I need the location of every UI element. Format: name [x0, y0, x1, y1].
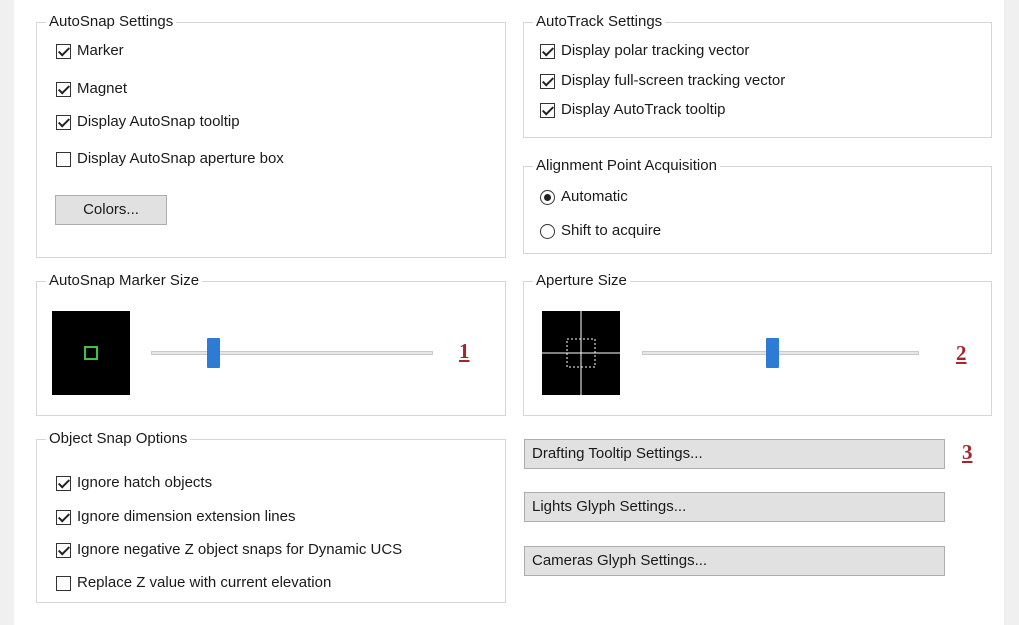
- marker-size-slider-thumb[interactable]: [207, 338, 221, 368]
- shift-to-acquire-radio[interactable]: [540, 223, 555, 239]
- autotrack-settings-legend: AutoTrack Settings: [533, 13, 666, 31]
- snap-marker-square: [84, 346, 98, 360]
- ignore-hatch-checkbox[interactable]: [56, 475, 71, 491]
- ignore-negative-z-checkbox[interactable]: [56, 542, 71, 558]
- left-dialog-edge: [0, 0, 14, 625]
- marker-checkbox-row[interactable]: Marker: [56, 42, 124, 60]
- aperture-box-label: Display AutoSnap aperture box: [77, 150, 284, 167]
- autotrack-tooltip-label: Display AutoTrack tooltip: [561, 101, 726, 118]
- ignore-dimension-label: Ignore dimension extension lines: [77, 508, 296, 525]
- alignment-point-legend: Alignment Point Acquisition: [533, 157, 720, 175]
- ignore-dimension-checkbox[interactable]: [56, 509, 71, 525]
- magnet-checkbox-row[interactable]: Magnet: [56, 80, 127, 98]
- ignore-hatch-label: Ignore hatch objects: [77, 474, 213, 491]
- marker-size-legend: AutoSnap Marker Size: [46, 272, 203, 290]
- annotation-1: 1: [459, 339, 470, 363]
- fullscreen-tracking-label: Display full-screen tracking vector: [561, 72, 786, 89]
- aperture-size-group: Aperture Size 2: [523, 272, 992, 416]
- automatic-label: Automatic: [561, 188, 628, 205]
- aperture-size-legend: Aperture Size: [533, 272, 630, 290]
- right-dialog-edge: [1004, 0, 1019, 625]
- drafting-tooltip-settings-button[interactable]: Drafting Tooltip Settings...: [524, 439, 945, 469]
- automatic-radio-row[interactable]: Automatic: [540, 188, 628, 206]
- autosnap-settings-group: AutoSnap Settings Marker Magnet Display …: [36, 13, 506, 258]
- replace-z-checkbox-row[interactable]: Replace Z value with current elevation: [56, 574, 331, 592]
- shift-to-acquire-radio-row[interactable]: Shift to acquire: [540, 222, 661, 240]
- aperture-crosshair-icon: [542, 311, 620, 395]
- marker-size-group: AutoSnap Marker Size 1: [36, 272, 506, 416]
- annotation-3: 3: [962, 440, 973, 464]
- autosnap-tooltip-label: Display AutoSnap tooltip: [77, 113, 240, 130]
- alignment-point-group: Alignment Point Acquisition Automatic Sh…: [523, 157, 992, 254]
- aperture-size-slider-thumb[interactable]: [766, 338, 780, 368]
- object-snap-options-group: Object Snap Options Ignore hatch objects…: [36, 430, 506, 603]
- aperture-size-slider-track[interactable]: [642, 351, 919, 355]
- aperture-preview: [542, 311, 620, 395]
- aperture-box-checkbox[interactable]: [56, 151, 71, 167]
- cameras-glyph-settings-button[interactable]: Cameras Glyph Settings...: [524, 546, 945, 576]
- shift-to-acquire-label: Shift to acquire: [561, 222, 662, 239]
- marker-preview: [52, 311, 130, 395]
- ignore-dimension-checkbox-row[interactable]: Ignore dimension extension lines: [56, 508, 295, 526]
- polar-tracking-checkbox[interactable]: [540, 43, 555, 59]
- autosnap-tooltip-checkbox-row[interactable]: Display AutoSnap tooltip: [56, 113, 240, 131]
- marker-checkbox[interactable]: [56, 43, 71, 59]
- automatic-radio[interactable]: [540, 189, 555, 205]
- magnet-checkbox[interactable]: [56, 81, 71, 97]
- autotrack-tooltip-checkbox[interactable]: [540, 102, 555, 118]
- marker-size-slider-track[interactable]: [151, 351, 433, 355]
- aperture-box-checkbox-row[interactable]: Display AutoSnap aperture box: [56, 150, 284, 168]
- object-snap-options-legend: Object Snap Options: [46, 430, 191, 448]
- annotation-2: 2: [956, 341, 967, 365]
- autosnap-tooltip-checkbox[interactable]: [56, 114, 71, 130]
- autosnap-settings-legend: AutoSnap Settings: [46, 13, 177, 31]
- polar-tracking-checkbox-row[interactable]: Display polar tracking vector: [540, 42, 749, 60]
- colors-button[interactable]: Colors...: [55, 195, 167, 225]
- ignore-negative-z-checkbox-row[interactable]: Ignore negative Z object snaps for Dynam…: [56, 541, 402, 559]
- lights-glyph-settings-button[interactable]: Lights Glyph Settings...: [524, 492, 945, 522]
- fullscreen-tracking-checkbox-row[interactable]: Display full-screen tracking vector: [540, 72, 785, 90]
- marker-label: Marker: [77, 42, 124, 59]
- ignore-hatch-checkbox-row[interactable]: Ignore hatch objects: [56, 474, 212, 492]
- replace-z-label: Replace Z value with current elevation: [77, 574, 332, 591]
- fullscreen-tracking-checkbox[interactable]: [540, 73, 555, 89]
- drafting-options-panel: AutoSnap Settings Marker Magnet Display …: [14, 0, 1004, 625]
- autotrack-settings-group: AutoTrack Settings Display polar trackin…: [523, 13, 992, 138]
- autotrack-tooltip-checkbox-row[interactable]: Display AutoTrack tooltip: [540, 101, 726, 119]
- ignore-negative-z-label: Ignore negative Z object snaps for Dynam…: [77, 541, 403, 558]
- magnet-label: Magnet: [77, 80, 128, 97]
- replace-z-checkbox[interactable]: [56, 575, 71, 591]
- polar-tracking-label: Display polar tracking vector: [561, 42, 750, 59]
